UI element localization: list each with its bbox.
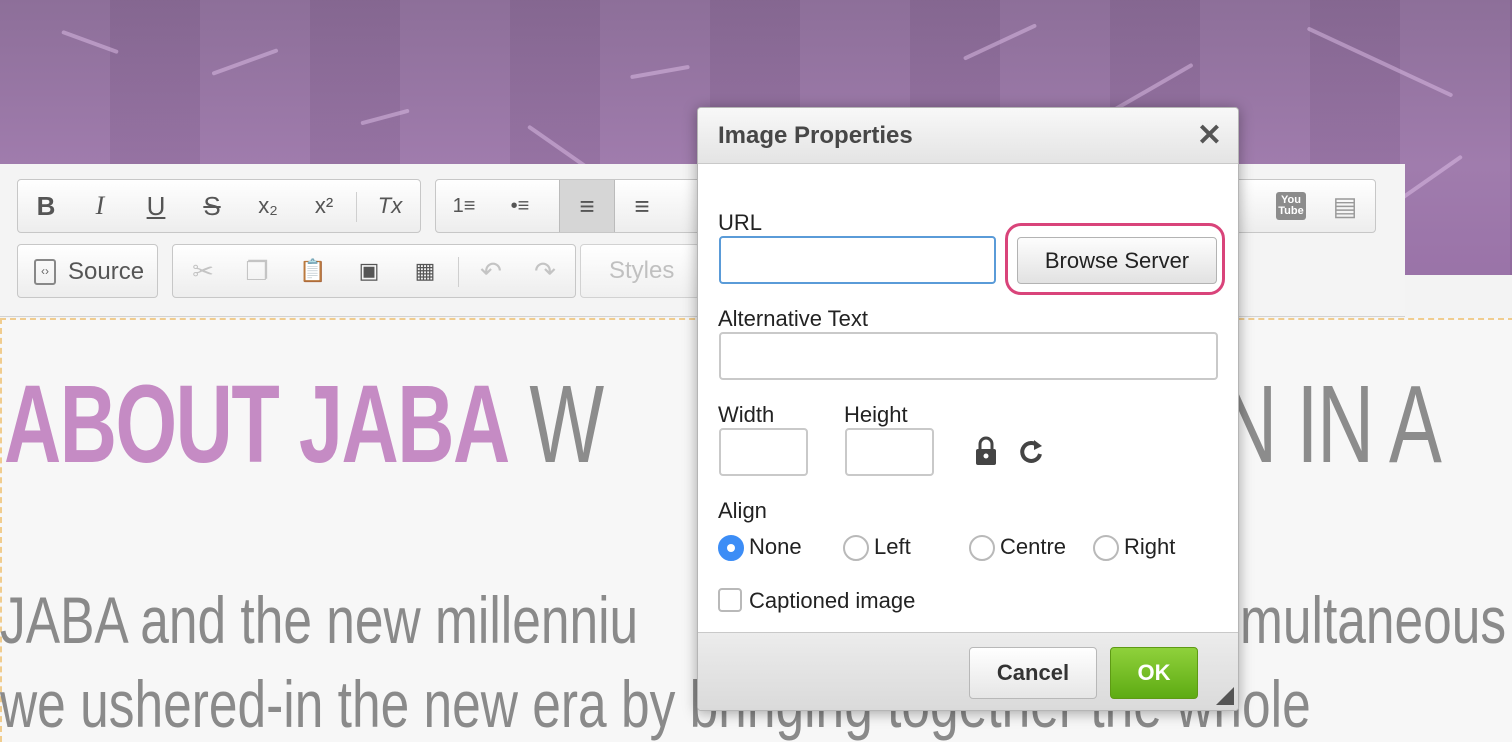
cancel-button[interactable]: Cancel — [969, 647, 1097, 699]
align-centre-label[interactable]: Centre — [1000, 534, 1066, 560]
body-line-1-left: JABA and the new millenniu — [0, 583, 639, 657]
align-left-label[interactable]: Left — [874, 534, 911, 560]
browse-server-button[interactable]: Browse Server — [1017, 237, 1217, 284]
alternative-text-label: Alternative Text — [718, 306, 869, 331]
paste-icon[interactable]: 📋 — [287, 245, 339, 297]
reset-size-icon[interactable] — [1016, 434, 1046, 468]
undo-icon[interactable]: ↶ — [465, 245, 517, 297]
underline-button[interactable]: U — [130, 180, 182, 232]
url-input[interactable] — [719, 236, 996, 284]
paste-text-icon[interactable]: ▣ — [343, 245, 395, 297]
dialog-header[interactable]: Image Properties ✕ — [698, 108, 1238, 164]
strikethrough-button[interactable]: S — [186, 180, 238, 232]
page-headline: ABOUT JABA W — [4, 360, 604, 490]
height-label: Height — [844, 402, 908, 427]
ok-button[interactable]: OK — [1110, 647, 1198, 699]
italic-button[interactable]: I — [74, 180, 126, 232]
align-none-label[interactable]: None — [749, 534, 802, 560]
dialog-footer: Cancel OK — [698, 632, 1238, 710]
redo-icon[interactable]: ↷ — [519, 245, 571, 297]
insert-template-button[interactable]: ▤ — [1319, 180, 1371, 232]
alternative-text-input[interactable] — [719, 332, 1218, 380]
cut-icon[interactable]: ✂ — [177, 245, 229, 297]
width-label: Width — [718, 402, 775, 427]
width-input[interactable] — [719, 428, 808, 476]
toolbar-group-clipboard: ✂ ❐ 📋 ▣ ▦ ↶ ↷ — [172, 244, 576, 298]
body-line-1-right: multaneous — [1240, 583, 1507, 657]
superscript-button[interactable]: x² — [298, 180, 350, 232]
toolbar-separator — [458, 257, 459, 287]
captioned-image-checkbox[interactable] — [718, 588, 742, 612]
align-left-button[interactable]: ≡ — [559, 180, 615, 232]
youtube-icon: You Tube — [1276, 192, 1306, 220]
dialog-title: Image Properties — [718, 122, 913, 149]
resize-handle-icon[interactable] — [1216, 687, 1234, 705]
toolbar-group-paragraph: 1≡ •≡ ≡ ≡ — [435, 179, 715, 233]
toolbar-group-basicstyles: B I U S x₂ x² Tx — [17, 179, 421, 233]
align-centre-radio[interactable] — [969, 535, 995, 561]
align-none-radio[interactable] — [718, 535, 744, 561]
lock-ratio-icon[interactable] — [971, 434, 1001, 468]
align-center-button[interactable]: ≡ — [616, 180, 668, 232]
paste-word-icon[interactable]: ▦ — [399, 245, 451, 297]
bold-button[interactable]: B — [20, 180, 72, 232]
styles-dropdown[interactable]: Styles — [580, 244, 700, 298]
remove-format-button[interactable]: Tx — [364, 180, 416, 232]
height-input[interactable] — [845, 428, 934, 476]
align-left-radio[interactable] — [843, 535, 869, 561]
headline-strong: ABOUT JABA — [4, 363, 510, 486]
bulleted-list-button[interactable]: •≡ — [494, 180, 546, 232]
youtube-button[interactable]: You Tube — [1265, 180, 1317, 232]
source-label: Source — [68, 258, 145, 285]
source-icon: ‹› — [34, 259, 56, 285]
image-properties-dialog: Image Properties ✕ URL Browse Server Alt… — [697, 107, 1239, 711]
subscript-button[interactable]: x₂ — [242, 180, 294, 232]
align-right-radio[interactable] — [1093, 535, 1119, 561]
align-label: Align — [718, 498, 767, 523]
captioned-image-label[interactable]: Captioned image — [749, 588, 915, 614]
headline-light-left: W — [529, 363, 604, 486]
close-icon[interactable]: ✕ — [1197, 118, 1222, 153]
numbered-list-button[interactable]: 1≡ — [438, 180, 490, 232]
url-label: URL — [718, 210, 763, 235]
toolbar-separator — [356, 192, 357, 222]
source-button[interactable]: ‹› Source — [17, 244, 158, 298]
align-right-label[interactable]: Right — [1124, 534, 1175, 560]
copy-icon[interactable]: ❐ — [231, 245, 283, 297]
